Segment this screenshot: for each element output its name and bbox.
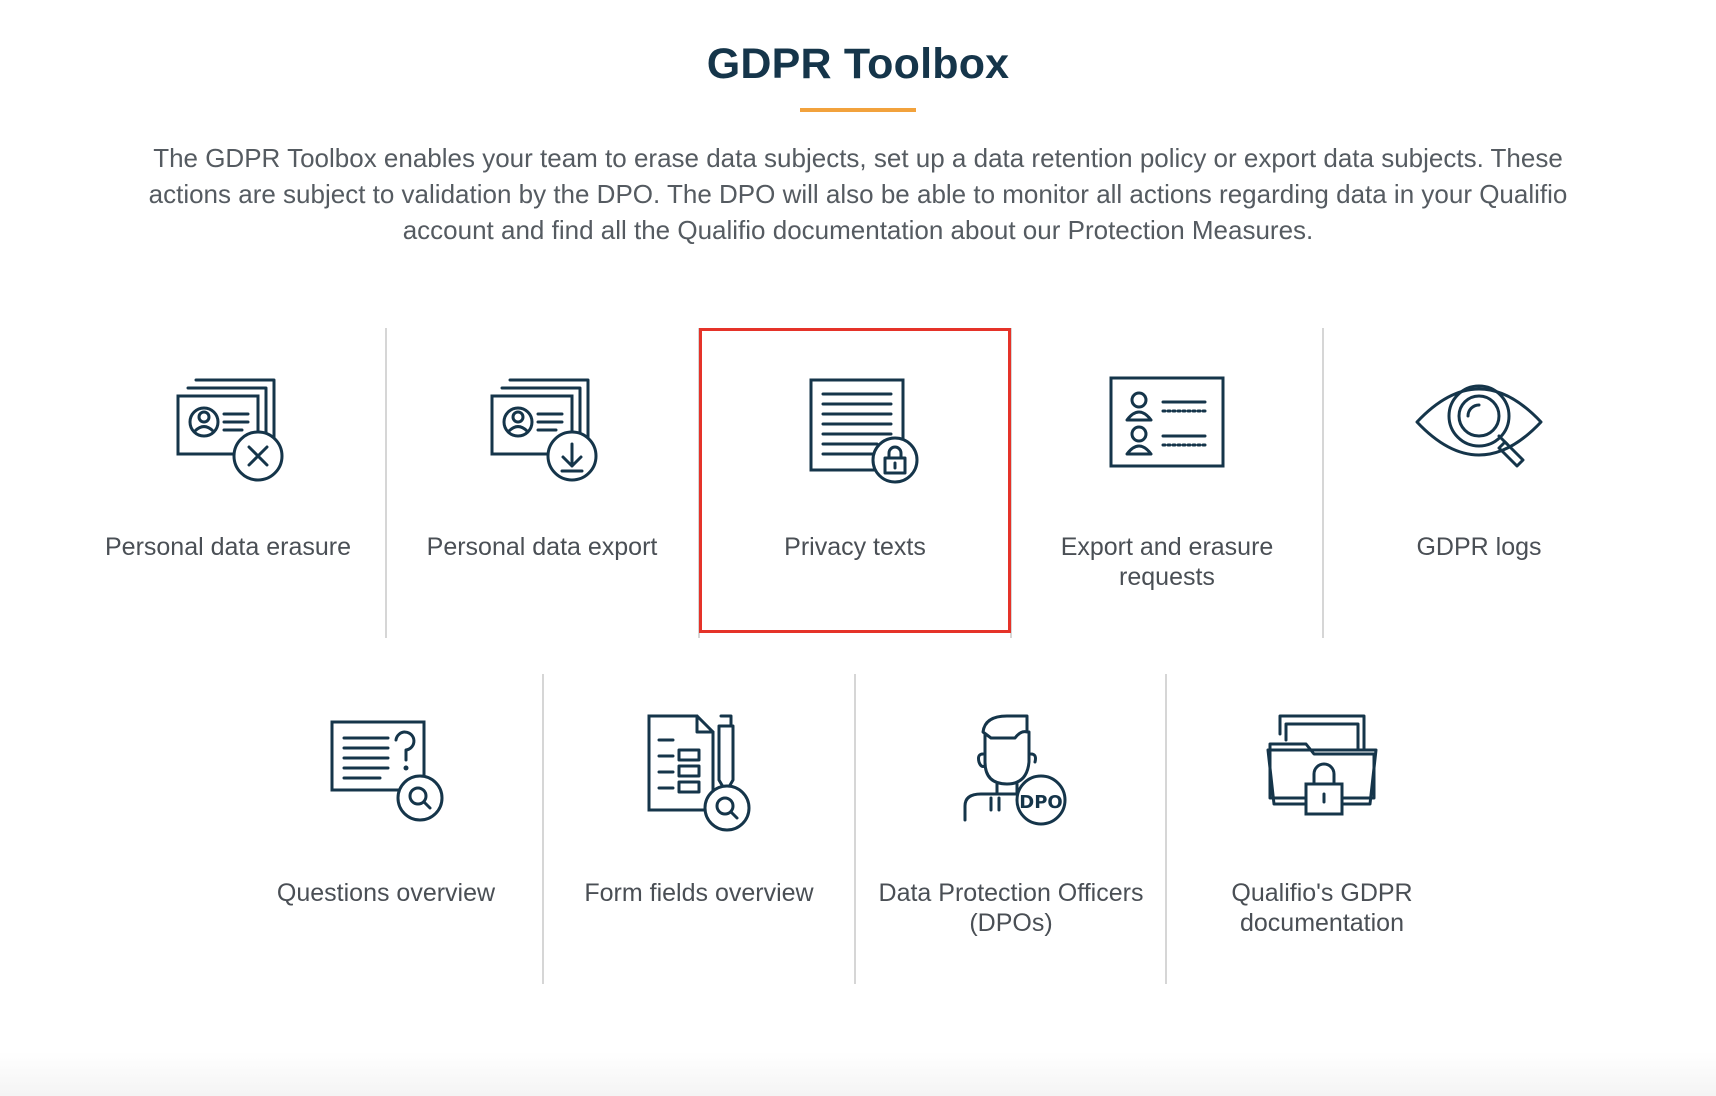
locked-document-icon: [789, 364, 921, 496]
tool-label: Form fields overview: [584, 879, 814, 907]
title-accent-underline: [800, 108, 916, 112]
form-pen-search-icon: [633, 710, 765, 842]
tool-data-protection-officers[interactable]: DPO Data Protection Officers (DPOs): [855, 674, 1167, 984]
tool-label: Data Protection Officers (DPOs): [878, 879, 1144, 937]
tool-label: Privacy texts: [784, 533, 926, 561]
tool-personal-data-erasure[interactable]: Personal data erasure: [72, 328, 384, 638]
tool-label: GDPR logs: [1416, 533, 1542, 561]
divider: [854, 674, 856, 984]
intro-text: The GDPR Toolbox enables your team to er…: [148, 143, 1568, 245]
id-card-erase-icon: [162, 364, 294, 496]
tool-personal-data-export[interactable]: Personal data export: [386, 328, 698, 638]
question-card-search-icon: [320, 710, 452, 842]
page-footer-band: [0, 1052, 1716, 1096]
divider: [385, 328, 387, 638]
tool-gdpr-logs[interactable]: GDPR logs: [1323, 328, 1635, 638]
divider: [1010, 328, 1012, 638]
svg-text:DPO: DPO: [1019, 792, 1062, 813]
tool-label: Export and erasure requests: [1060, 533, 1274, 591]
tool-label: Personal data erasure: [105, 533, 351, 561]
tool-export-erasure-requests[interactable]: Export and erasure requests: [1011, 328, 1323, 638]
id-card-download-icon: [476, 364, 608, 496]
dpo-person-icon: DPO: [945, 710, 1077, 842]
divider: [1165, 674, 1167, 984]
divider: [698, 328, 700, 638]
tool-privacy-texts[interactable]: Privacy texts: [699, 328, 1011, 638]
tool-qualifio-gdpr-documentation[interactable]: Qualifio's GDPR documentation: [1166, 674, 1478, 984]
tool-form-fields-overview[interactable]: Form fields overview: [543, 674, 855, 984]
user-list-card-icon: [1101, 364, 1233, 496]
tool-label: Personal data export: [426, 533, 658, 561]
page-title: GDPR Toolbox: [706, 40, 1010, 88]
tool-questions-overview[interactable]: Questions overview: [230, 674, 542, 984]
divider: [1322, 328, 1324, 638]
divider: [542, 674, 544, 984]
tool-label: Qualifio's GDPR documentation: [1231, 879, 1413, 937]
locked-folder-icon: [1256, 710, 1388, 842]
eye-magnifier-icon: [1413, 364, 1545, 496]
tool-label: Questions overview: [276, 879, 496, 907]
